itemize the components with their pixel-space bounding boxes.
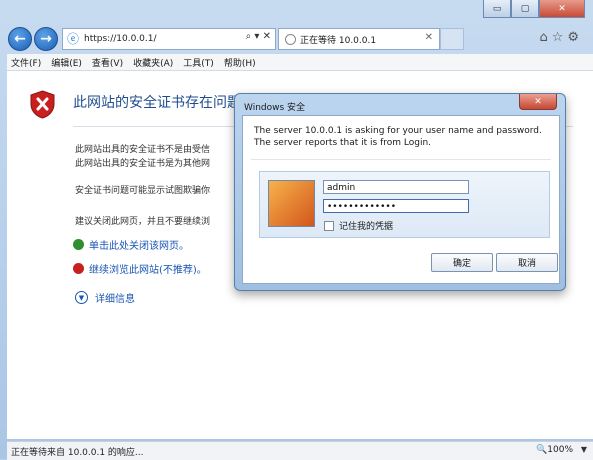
warning-text-line4: 建议关闭此网页，并且不要继续浏 [75,217,211,227]
warning-text-line2: 此网站出具的安全证书是为其他网 [75,159,211,169]
maximize-button[interactable]: ▢ [511,0,539,18]
tab-title: 正在等待 10.0.0.1 [300,35,377,46]
zoom-dropdown-icon[interactable]: ▼ [581,445,587,454]
new-tab-button[interactable] [440,28,464,50]
expand-arrow-icon[interactable]: ▼ [75,291,88,304]
zoom-level[interactable]: 🔍100% [536,445,573,455]
green-shield-icon [73,239,84,250]
status-text: 正在等待来自 10.0.0.1 的响应... [11,447,144,458]
address-bar[interactable]: ⓔ https://10.0.0.1/ ⌕ ▾ ✕ [62,28,276,50]
forward-button[interactable]: → [34,27,58,51]
menu-favorites[interactable]: 收藏夹(A) [133,56,173,69]
address-url[interactable]: https://10.0.0.1/ [84,34,157,44]
dialog-close-button[interactable]: ✕ [519,94,557,110]
ie-logo-icon: ⓔ [67,32,80,46]
red-shield-icon [73,263,84,274]
remember-credentials[interactable]: 记住我的凭据 [324,219,393,232]
menu-help[interactable]: 帮助(H) [224,56,256,69]
window-caption-buttons: ▭ ▢ ✕ [483,0,585,18]
cancel-button[interactable]: 取消 [496,253,558,272]
status-bar: 正在等待来自 10.0.0.1 的响应... 🔍100% ▼ [7,441,593,460]
ok-button[interactable]: 确定 [431,253,493,272]
windows-security-dialog: Windows 安全 ✕ The server 10.0.0.1 is aski… [234,93,566,291]
warning-text-line3: 安全证书问题可能显示试图欺骗你 [75,186,211,196]
tab-close-icon[interactable]: ✕ [425,32,433,43]
minimize-button[interactable]: ▭ [483,0,511,18]
navigation-bar: ← → ⓔ https://10.0.0.1/ ⌕ ▾ ✕ 正在等待 10.0.… [8,25,593,51]
more-info-link[interactable]: 详细信息 [95,290,135,305]
menu-file[interactable]: 文件(F) [11,56,41,69]
continue-link[interactable]: 继续浏览此网站(不推荐)。 [89,261,207,276]
password-field[interactable]: ••••••••••••• [323,199,469,213]
close-page-link[interactable]: 单击此处关闭该网页。 [89,237,189,252]
back-arrow-icon: ← [14,31,26,47]
menu-edit[interactable]: 编辑(E) [51,56,82,69]
remember-checkbox[interactable] [324,220,334,231]
browser-window: ▭ ▢ ✕ ← → ⓔ https://10.0.0.1/ ⌕ ▾ ✕ 正在等待… [0,0,593,460]
window-close-button[interactable]: ✕ [539,0,585,18]
shield-warning-icon [30,90,55,119]
username-field[interactable]: admin [323,180,469,194]
remember-label: 记住我的凭据 [339,222,394,232]
warning-text-line1: 此网站出具的安全证书不是由受信 [75,145,211,155]
dialog-divider [251,159,551,160]
home-favorites-settings-icons[interactable]: ⌂☆⚙ [539,30,583,45]
loading-spinner-icon [285,33,296,45]
dialog-body: The server 10.0.0.1 is asking for your u… [242,115,560,284]
user-avatar-icon [268,180,315,227]
page-title: 此网站的安全证书存在问题 [73,95,241,111]
tab-loading[interactable]: 正在等待 10.0.0.1 ✕ [278,28,440,50]
credential-tile: admin ••••••••••••• 记住我的凭据 [259,171,550,238]
menu-view[interactable]: 查看(V) [92,56,123,69]
address-tools-icons[interactable]: ⌕ ▾ ✕ [246,31,271,42]
forward-arrow-icon: → [40,31,52,47]
dialog-message-line2: The server reports that it is from Login… [254,138,432,148]
menu-tools[interactable]: 工具(T) [183,56,214,69]
dialog-message-line1: The server 10.0.0.1 is asking for your u… [254,126,542,136]
back-button[interactable]: ← [8,27,32,51]
menu-bar: 文件(F) 编辑(E) 查看(V) 收藏夹(A) 工具(T) 帮助(H) [7,54,593,71]
dialog-title: Windows 安全 [244,103,306,113]
